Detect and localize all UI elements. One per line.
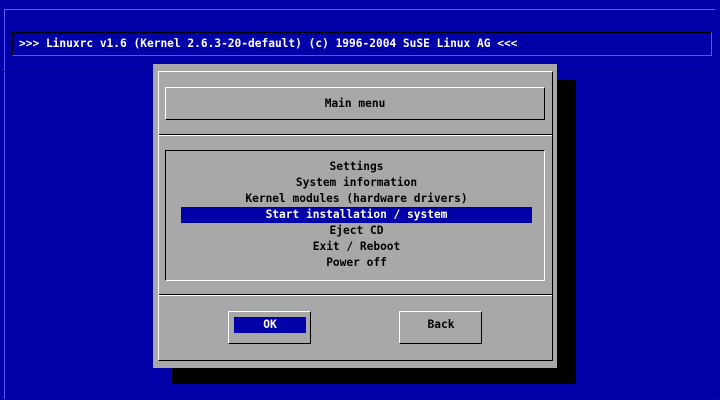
divider bbox=[159, 295, 552, 296]
menu-item[interactable]: Eject CD bbox=[181, 223, 532, 239]
menu-item[interactable]: Settings bbox=[181, 159, 532, 175]
ok-label: OK bbox=[234, 317, 306, 333]
banner: >>> Linuxrc v1.6 (Kernel 2.6.3-20-defaul… bbox=[12, 32, 712, 56]
divider bbox=[159, 135, 552, 136]
back-label: Back bbox=[427, 318, 455, 331]
main-menu-dialog: Main menu Settings System information Kern… bbox=[153, 64, 557, 368]
menu-item[interactable]: Exit / Reboot bbox=[181, 239, 532, 255]
ok-button[interactable]: OK bbox=[228, 311, 311, 344]
menu-item[interactable]: Power off bbox=[181, 255, 532, 271]
dialog-title: Main menu bbox=[165, 87, 545, 120]
back-button[interactable]: Back bbox=[399, 311, 482, 344]
menu-list: Settings System information Kernel modules… bbox=[165, 150, 545, 281]
menu-item[interactable]: Start installation / system bbox=[181, 207, 532, 223]
menu-item[interactable]: System information bbox=[181, 175, 532, 191]
menu-item[interactable]: Kernel modules (hardware drivers) bbox=[181, 191, 532, 207]
